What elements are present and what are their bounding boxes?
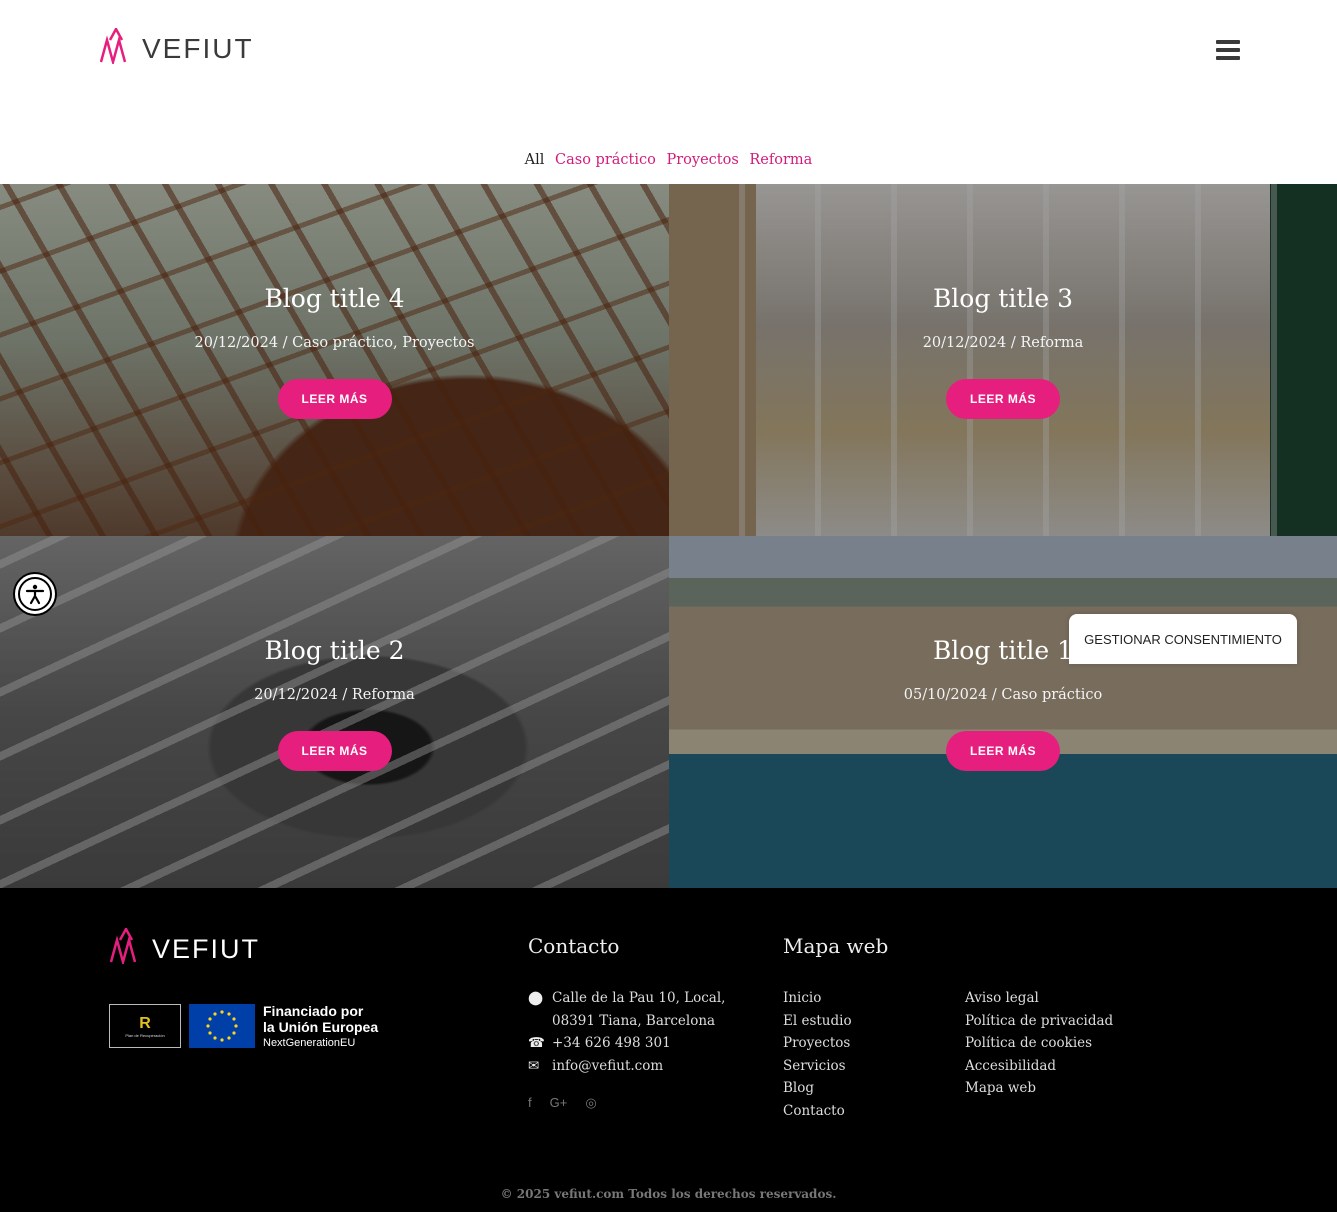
accessibility-button[interactable] <box>13 572 57 616</box>
location-icon: ⬤ <box>528 990 544 1006</box>
category-filter: All Caso práctico Proyectos Reforma <box>0 152 1337 168</box>
facebook-icon[interactable]: f <box>528 1095 532 1111</box>
footer-link-mapa-web[interactable]: Mapa web <box>965 1077 1113 1100</box>
blog-card-meta: 20/12/2024 / Reforma <box>254 687 415 703</box>
logo-mark-icon <box>100 28 127 64</box>
google-plus-icon[interactable]: G+ <box>550 1095 568 1111</box>
site-header: VEFIUT <box>0 0 1337 110</box>
blog-card-title[interactable]: Blog title 2 <box>0 636 669 665</box>
blog-card[interactable]: Blog title 1 05/10/2024 / Caso práctico … <box>669 536 1337 888</box>
read-more-button[interactable]: LEER MÁS <box>277 731 392 771</box>
footer-link-servicios[interactable]: Servicios <box>783 1055 852 1078</box>
recovery-plan-logo: R Plan de Recuperación <box>109 1004 181 1048</box>
footer-link-blog[interactable]: Blog <box>783 1077 852 1100</box>
blog-card[interactable]: Blog title 4 20/12/2024 / Caso práctico,… <box>0 184 669 536</box>
read-more-button[interactable]: LEER MÁS <box>946 379 1060 419</box>
footer-link-accesibilidad[interactable]: Accesibilidad <box>965 1055 1113 1078</box>
sitemap-title: Mapa web <box>783 934 889 958</box>
accessibility-icon <box>25 584 45 605</box>
footer-logo[interactable]: VEFIUT <box>110 928 260 964</box>
blog-card-meta: 05/10/2024 / Caso práctico <box>903 687 1103 703</box>
blog-card[interactable]: Blog title 3 20/12/2024 / Reforma LEER M… <box>669 184 1337 536</box>
footer-link-inicio[interactable]: Inicio <box>783 987 852 1010</box>
logo-mark-icon <box>110 928 137 964</box>
footer-link-proyectos[interactable]: Proyectos <box>783 1032 852 1055</box>
filter-reforma[interactable]: Reforma <box>749 152 812 168</box>
footer-logo-text: VEFIUT <box>152 934 261 964</box>
sitemap-col-1: Inicio El estudio Proyectos Servicios Bl… <box>783 987 852 1122</box>
email-link[interactable]: info@vefiut.com <box>552 1055 663 1078</box>
blog-card-title[interactable]: Blog title 3 <box>669 284 1337 313</box>
filter-caso-practico[interactable]: Caso práctico <box>555 152 656 168</box>
read-more-button[interactable]: LEER MÁS <box>946 731 1060 771</box>
eu-flag-icon <box>189 1004 255 1048</box>
blog-card-meta: 20/12/2024 / Caso práctico, Proyectos <box>194 335 475 351</box>
filter-proyectos[interactable]: Proyectos <box>666 152 738 168</box>
phone-icon: ☎ <box>528 1035 545 1051</box>
footer-link-aviso-legal[interactable]: Aviso legal <box>965 987 1113 1010</box>
blog-grid: Blog title 4 20/12/2024 / Caso práctico,… <box>0 184 1337 888</box>
blog-card-meta: 20/12/2024 / Reforma <box>922 335 1084 351</box>
logo[interactable]: VEFIUT <box>100 28 254 64</box>
logo-text: VEFIUT <box>142 33 254 64</box>
site-footer: VEFIUT R Plan de Recuperación Financiado… <box>0 888 1337 1212</box>
footer-link-cookies[interactable]: Política de cookies <box>965 1032 1113 1055</box>
copyright: © 2025 vefiut.com Todos los derechos res… <box>500 1187 837 1201</box>
contact-list: ⬤ Calle de la Pau 10, Local, 08391 Tiana,… <box>528 987 725 1077</box>
footer-link-privacidad[interactable]: Política de privacidad <box>965 1010 1113 1033</box>
email-icon: ✉ <box>528 1057 540 1074</box>
footer-link-el-estudio[interactable]: El estudio <box>783 1010 852 1033</box>
blog-card[interactable]: Blog title 2 20/12/2024 / Reforma LEER M… <box>0 536 669 888</box>
sitemap-col-2: Aviso legal Política de privacidad Polít… <box>965 987 1113 1100</box>
consent-button[interactable]: GESTIONAR CONSENTIMIENTO <box>1069 614 1297 664</box>
footer-link-contacto[interactable]: Contacto <box>783 1100 852 1123</box>
instagram-icon[interactable]: ◎ <box>585 1095 596 1111</box>
phone-link[interactable]: +34 626 498 301 <box>552 1032 671 1055</box>
contact-title: Contacto <box>528 934 620 958</box>
hamburger-icon[interactable] <box>1216 40 1240 60</box>
eu-funding-logos: R Plan de Recuperación Financiado por la… <box>109 1003 378 1049</box>
blog-card-title[interactable]: Blog title 4 <box>0 284 669 313</box>
read-more-button[interactable]: LEER MÁS <box>277 379 392 419</box>
social-links: f G+ ◎ <box>528 1095 597 1111</box>
eu-funding-text: Financiado por la Unión Europea NextGene… <box>263 1003 379 1049</box>
filter-all[interactable]: All <box>525 152 545 168</box>
